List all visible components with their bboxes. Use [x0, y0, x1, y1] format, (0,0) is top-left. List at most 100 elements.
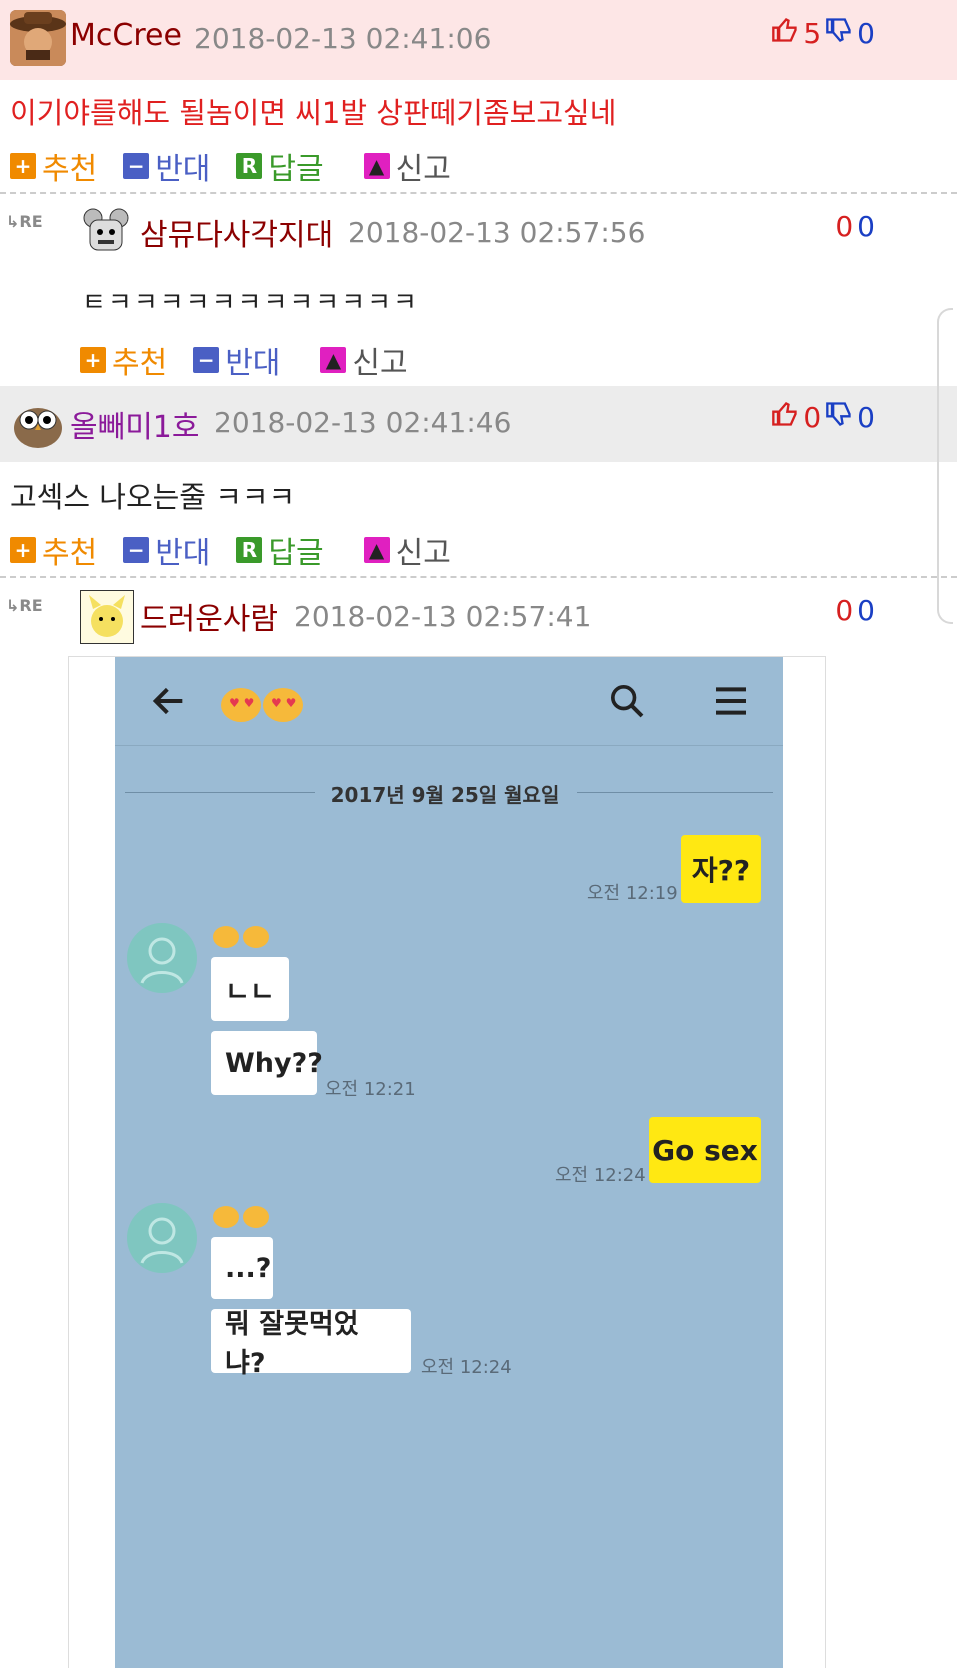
thumbs-up-icon[interactable]	[771, 16, 799, 51]
my-message-bubble: Go sex	[649, 1117, 761, 1183]
chat-top-bar: ♥ ♥ ♥ ♥	[115, 657, 783, 746]
siren-icon: ▲	[320, 347, 347, 373]
recommend-button[interactable]: + 추천	[10, 144, 97, 188]
svg-text:♥ ♥: ♥ ♥	[229, 696, 254, 710]
down-count: 0	[857, 401, 875, 434]
report-label: 신고	[395, 152, 451, 187]
comment-date: 2018-02-13 02:41:46	[214, 406, 512, 439]
recommend-button[interactable]: + 추천	[10, 528, 97, 572]
friend-message-bubble: ...?	[211, 1237, 273, 1299]
avatar[interactable]	[80, 590, 134, 644]
reply-nickname[interactable]: 삼뮤다사각지대	[140, 210, 333, 254]
message-time: 오전 12:24	[421, 1357, 512, 1378]
thumbs-down-icon[interactable]	[825, 400, 853, 435]
comment-actions: + 추천 − 반대 R 답글 ▲ 신고	[10, 528, 477, 572]
chat-screen: ♥ ♥ ♥ ♥ 2017년 9월 25일 월요일 오전 12:19 자?? ㄴㄴ…	[115, 657, 783, 1668]
vote-box: 0 0	[835, 594, 875, 627]
re-label: RE	[19, 212, 43, 231]
up-count: 0	[835, 210, 854, 243]
my-message-bubble: 자??	[681, 835, 761, 903]
vote-box: 0 0	[835, 210, 875, 243]
avatar[interactable]	[10, 10, 66, 66]
siren-icon: ▲	[363, 153, 390, 179]
down-count: 0	[857, 594, 875, 627]
oppose-label: 반대	[225, 346, 281, 381]
friend-name-emoji	[211, 925, 273, 953]
date-divider-line	[125, 792, 315, 793]
reply-button[interactable]: R 답글	[236, 528, 324, 572]
reply-button[interactable]: R 답글	[236, 144, 324, 188]
minus-icon: −	[193, 347, 220, 373]
minus-icon: −	[123, 537, 150, 563]
friend-name-emoji	[211, 1205, 273, 1233]
plus-icon: +	[10, 153, 36, 179]
report-button[interactable]: ▲ 신고	[320, 338, 408, 382]
reply-date: 2018-02-13 02:57:41	[294, 600, 592, 633]
recommend-button[interactable]: + 추천	[80, 338, 167, 382]
friend-message-bubble: 뭐 잘못먹었냐?	[211, 1309, 411, 1379]
report-button[interactable]: ▲ 신고	[363, 144, 451, 188]
oppose-label: 반대	[155, 536, 211, 571]
avatar[interactable]	[10, 394, 66, 450]
oppose-label: 반대	[155, 152, 211, 187]
scrollbar[interactable]	[937, 308, 953, 624]
message-time: 오전 12:24	[555, 1165, 646, 1186]
re-label: RE	[19, 596, 43, 615]
menu-icon[interactable]	[711, 681, 751, 725]
reply-actions: + 추천 − 반대 ▲ 신고	[80, 338, 434, 382]
friend-message-bubble: ㄴㄴ	[211, 957, 289, 1021]
thumbs-up-icon[interactable]	[771, 400, 799, 435]
attached-image[interactable]: ♥ ♥ ♥ ♥ 2017년 9월 25일 월요일 오전 12:19 자?? ㄴㄴ…	[68, 656, 826, 1668]
message-time: 오전 12:19	[587, 883, 678, 904]
comment-nickname[interactable]: 올빼미1호	[70, 402, 200, 446]
reply-label: 답글	[268, 152, 324, 187]
plus-icon: +	[10, 537, 36, 563]
reply-marker: ↳ RE	[6, 212, 43, 231]
recommend-label: 추천	[112, 346, 168, 381]
recommend-label: 추천	[42, 536, 98, 571]
up-count: 5	[803, 17, 822, 50]
reply-nickname[interactable]: 드러운사람	[140, 594, 278, 638]
down-count: 0	[857, 17, 875, 50]
svg-text:♥ ♥: ♥ ♥	[271, 696, 296, 710]
comment-date: 2018-02-13 02:41:06	[194, 22, 492, 55]
reply-marker: ↳ RE	[6, 596, 43, 615]
up-count: 0	[835, 594, 854, 627]
thumbs-down-icon[interactable]	[825, 16, 853, 51]
friend-message-bubble: Why??	[211, 1031, 323, 1095]
oppose-button[interactable]: − 반대	[193, 338, 280, 382]
friend-avatar[interactable]	[127, 1203, 197, 1273]
reply-date: 2018-02-13 02:57:56	[348, 216, 646, 249]
reply-content: ㅌㅋㅋㅋㅋㅋㅋㅋㅋㅋㅋㅋㅋ	[82, 288, 419, 318]
reply-label: 답글	[268, 536, 324, 571]
comment-content: 고섹스 나오는줄 ㅋㅋㅋ	[10, 480, 296, 514]
recommend-label: 추천	[42, 152, 98, 187]
reply-icon: R	[236, 153, 263, 179]
avatar[interactable]	[80, 206, 132, 258]
report-label: 신고	[395, 536, 451, 571]
comment-actions: + 추천 − 반대 R 답글 ▲ 신고	[10, 144, 477, 188]
emoji-icon: ♥ ♥ ♥ ♥	[219, 683, 309, 729]
vote-box: 5 0	[771, 16, 875, 51]
report-label: 신고	[352, 346, 408, 381]
minus-icon: −	[123, 153, 150, 179]
friend-avatar[interactable]	[127, 923, 197, 993]
reply-arrow-icon: ↳	[6, 212, 20, 231]
divider	[0, 192, 957, 194]
back-arrow-icon[interactable]	[149, 681, 189, 725]
comment-content: 이기야를해도 될놈이면 씨1발 상판떼기좀보고싶네	[10, 96, 617, 130]
reply-icon: R	[236, 537, 263, 563]
oppose-button[interactable]: − 반대	[123, 528, 210, 572]
divider	[0, 576, 957, 578]
date-divider-line	[577, 792, 773, 793]
report-button[interactable]: ▲ 신고	[363, 528, 451, 572]
siren-icon: ▲	[363, 537, 390, 563]
search-icon[interactable]	[607, 681, 647, 725]
comment-nickname[interactable]: McCree	[70, 18, 182, 53]
oppose-button[interactable]: − 반대	[123, 144, 210, 188]
down-count: 0	[857, 210, 875, 243]
vote-box: 0 0	[771, 400, 875, 435]
message-time: 오전 12:21	[325, 1079, 416, 1100]
plus-icon: +	[80, 347, 106, 373]
date-divider: 2017년 9월 25일 월요일	[330, 783, 560, 807]
